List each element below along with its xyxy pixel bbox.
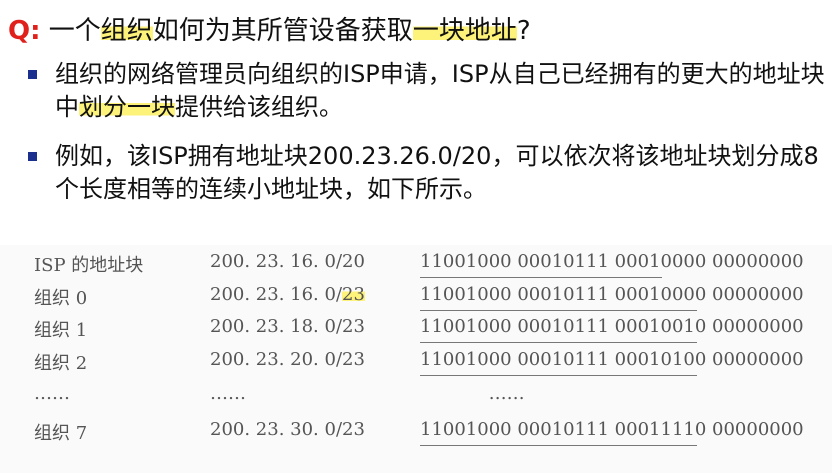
slide-title: Q: 一个组织如何为其所管设备获取一块地址? (8, 10, 531, 47)
cidr-address: 200. 23. 30. 0/23 (210, 419, 365, 440)
title-text: ? (516, 16, 531, 46)
cidr-address: 200. 23. 16. 0/20 (210, 251, 365, 272)
org-name: 组织 0 (34, 288, 88, 309)
title-text: 一个 (48, 16, 101, 46)
question-label: Q: (8, 16, 41, 46)
table-row: 组织 2 200. 23. 20. 0/23 11001000 00010111… (0, 349, 832, 379)
binary-address: 11001000 00010111 00011110 00000000 (420, 419, 804, 440)
org-name: 组织 2 (34, 353, 88, 374)
org-name: …… (34, 383, 70, 404)
prefix-underline (420, 342, 697, 343)
bullet-1: 组织的网络管理员向组织的ISP申请，ISP从自己已经拥有的更大的地址块中划分一块… (28, 58, 828, 124)
bullet-text: 例如，该ISP拥有地址块200.23.26.0/20，可以依次将该地址块划分成8… (55, 142, 819, 203)
table-row: 组织 0 200. 23. 16. 0/23 11001000 00010111… (0, 284, 832, 314)
cidr-address: 200. 23. 18. 0/23 (210, 316, 365, 337)
title-highlight: 一块地址 (412, 16, 517, 46)
address-table: ISP 的地址块 200. 23. 16. 0/20 11001000 0001… (0, 245, 832, 473)
binary-address: 11001000 00010111 00010000 00000000 (420, 251, 804, 272)
binary-address: 11001000 00010111 00010000 00000000 (420, 284, 804, 305)
bullet-highlight: 划分一块 (79, 93, 175, 121)
cidr-address: …… (210, 383, 246, 404)
binary-address: …… (420, 383, 525, 404)
prefix-underline (420, 445, 697, 446)
table-row: 组织 7 200. 23. 30. 0/23 11001000 00010111… (0, 419, 832, 449)
bullet-2: 例如，该ISP拥有地址块200.23.26.0/20，可以依次将该地址块划分成8… (28, 140, 828, 206)
table-row: ISP 的地址块 200. 23. 16. 0/20 11001000 0001… (0, 251, 832, 281)
table-row: …… …… …… (0, 383, 832, 413)
title-text: 如何为其所管设备获取 (152, 16, 413, 46)
binary-address: 11001000 00010111 00010100 00000000 (420, 349, 804, 370)
bullet-text: 提供给该组织。 (175, 93, 343, 121)
org-name: ISP 的地址块 (34, 255, 144, 276)
prefix-underline (420, 310, 697, 311)
cidr-address: 200. 23. 16. 0/23 (210, 284, 365, 305)
prefix-underline (420, 277, 662, 278)
title-highlight: 组织 (100, 16, 153, 46)
org-name: 组织 1 (34, 320, 88, 341)
bullet-square-icon (28, 70, 37, 79)
table-row: 组织 1 200. 23. 18. 0/23 11001000 00010111… (0, 316, 832, 346)
org-name: 组织 7 (34, 423, 88, 444)
prefix-underline (420, 375, 697, 376)
cidr-address: 200. 23. 20. 0/23 (210, 349, 365, 370)
bullet-square-icon (28, 152, 37, 161)
binary-address: 11001000 00010111 00010010 00000000 (420, 316, 804, 337)
